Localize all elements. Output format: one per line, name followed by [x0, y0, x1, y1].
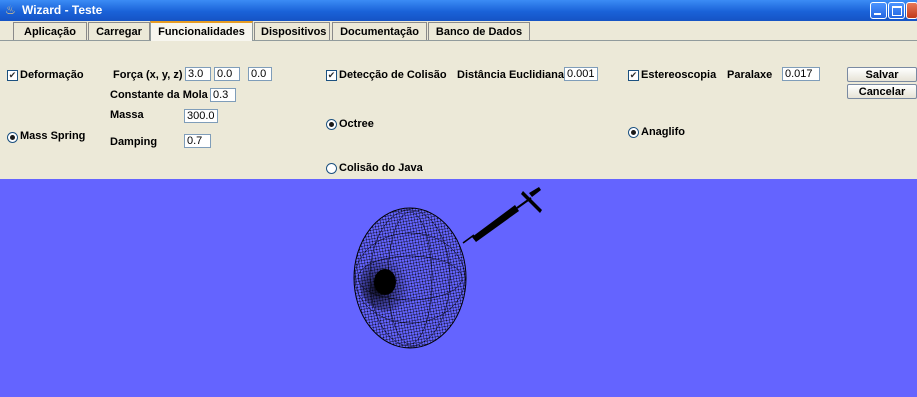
forca-x-field[interactable] — [185, 67, 211, 81]
scene-svg — [353, 187, 542, 349]
octree-radio[interactable] — [326, 119, 337, 130]
colisao-java-radio[interactable] — [326, 163, 337, 174]
syringe-tool — [462, 187, 542, 244]
constante-mola-label: Constante da Mola — [110, 89, 208, 101]
damping-field[interactable] — [184, 134, 211, 148]
tab-dispositivos[interactable]: Dispositivos — [254, 22, 330, 40]
damping-label: Damping — [110, 136, 158, 148]
constante-mola-field[interactable] — [210, 88, 236, 102]
massa-field[interactable] — [184, 109, 218, 123]
tab-aplicacao[interactable]: Aplicação — [13, 22, 87, 40]
maximize-button[interactable] — [888, 2, 905, 19]
close-button[interactable] — [906, 2, 917, 19]
mass-spring-label: Mass Spring — [20, 130, 86, 142]
save-button[interactable]: Salvar — [847, 67, 917, 82]
cancel-button[interactable]: Cancelar — [847, 84, 917, 99]
java-cup-icon: ♨ — [5, 3, 16, 17]
colisao-java-label: Colisão do Java — [339, 162, 423, 174]
estereoscopia-checkbox[interactable]: ✔ — [628, 70, 639, 81]
massa-label: Massa — [110, 109, 144, 121]
anaglifo-label: Anaglifo — [641, 126, 685, 138]
canvas-left-edge — [0, 179, 11, 394]
colisao-label: Detecção de Colisão — [339, 69, 447, 81]
deformacao-checkbox[interactable]: ✔ — [7, 70, 18, 81]
distancia-label: Distância Euclidiana — [457, 69, 564, 81]
forca-label: Força (x, y, z) — [113, 69, 183, 81]
funcionalidades-panel: ✔ Deformação Força (x, y, z) Constante d… — [0, 40, 917, 180]
deformacao-label: Deformação — [20, 69, 84, 81]
forca-y-field[interactable] — [214, 67, 240, 81]
distancia-field[interactable] — [564, 67, 598, 81]
minimize-button[interactable] — [870, 2, 887, 19]
estereoscopia-label: Estereoscopia — [641, 69, 717, 81]
tab-banco-de-dados[interactable]: Banco de Dados — [428, 22, 530, 40]
tab-documentacao[interactable]: Documentação — [332, 22, 427, 40]
octree-label: Octree — [339, 118, 374, 130]
anaglifo-radio[interactable] — [628, 127, 639, 138]
forca-z-field[interactable] — [248, 67, 272, 81]
window-titlebar[interactable]: ♨ Wizard - Teste — [0, 0, 917, 21]
window-title: Wizard - Teste — [22, 3, 103, 17]
paralaxe-field[interactable] — [782, 67, 820, 81]
colisao-checkbox[interactable]: ✔ — [326, 70, 337, 81]
tab-funcionalidades[interactable]: Funcionalidades — [150, 21, 253, 41]
paralaxe-label: Paralaxe — [727, 69, 773, 81]
tab-carregar[interactable]: Carregar — [88, 22, 150, 40]
mass-spring-radio[interactable] — [7, 132, 18, 143]
render-canvas[interactable] — [11, 179, 917, 394]
deformable-mesh — [353, 207, 467, 349]
